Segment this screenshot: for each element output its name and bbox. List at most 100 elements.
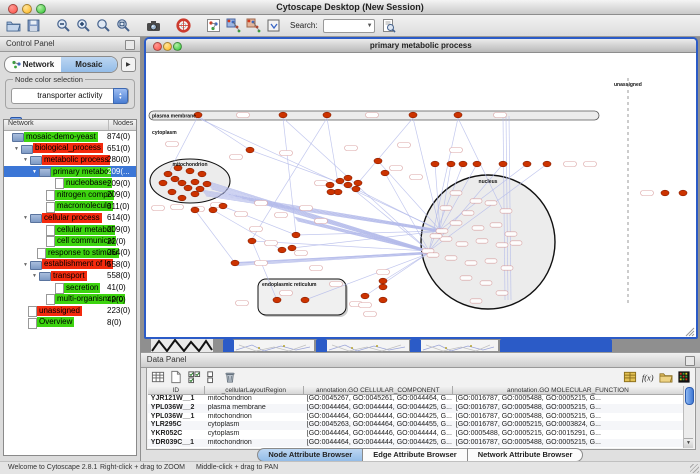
vizmapper-1-icon[interactable] bbox=[224, 17, 242, 34]
tree-row[interactable]: nucleobase-209(0) bbox=[4, 177, 136, 189]
scrollbar-thumb[interactable] bbox=[685, 387, 694, 405]
float-panel-icon[interactable] bbox=[125, 40, 135, 50]
graph-node-red[interactable] bbox=[159, 180, 167, 186]
dropdown-stepper-icon[interactable]: ▲▼ bbox=[113, 88, 128, 104]
select-attributes-icon[interactable] bbox=[187, 370, 202, 384]
table-row[interactable]: YPL036W__2plasma membrane[GO:0044464, GO… bbox=[148, 404, 684, 413]
graph-node-red[interactable] bbox=[409, 112, 417, 118]
graph-node-label[interactable] bbox=[294, 251, 307, 256]
resize-grip[interactable] bbox=[690, 464, 699, 473]
network-close-button[interactable] bbox=[153, 42, 162, 51]
graph-node-label[interactable] bbox=[254, 261, 267, 266]
graph-node-label[interactable] bbox=[170, 205, 183, 210]
tab-overflow-button[interactable]: ▶ bbox=[121, 57, 136, 72]
expand-arrow-icon[interactable]: ▼ bbox=[32, 273, 37, 279]
graph-node-label[interactable] bbox=[254, 201, 267, 206]
network-view-window[interactable]: primary metabolic process plasma membran… bbox=[144, 37, 698, 339]
graph-node-red[interactable] bbox=[209, 207, 217, 213]
node-color-dropdown[interactable]: transporter activity ▲▼ bbox=[11, 88, 129, 104]
graph-node-label[interactable] bbox=[165, 142, 178, 147]
graph-node-label[interactable] bbox=[409, 175, 422, 180]
graph-node-label[interactable] bbox=[470, 299, 482, 303]
graph-node-red[interactable] bbox=[184, 185, 192, 191]
graph-node-red[interactable] bbox=[196, 186, 204, 192]
graph-node-red[interactable] bbox=[186, 168, 194, 174]
graph-node-red[interactable] bbox=[473, 161, 481, 167]
graph-node-red[interactable] bbox=[354, 180, 362, 186]
table-scrollbar[interactable]: ▼ bbox=[683, 386, 694, 448]
search-input[interactable]: ▼ bbox=[323, 19, 375, 33]
graph-node-label[interactable] bbox=[363, 312, 376, 317]
tree-row[interactable]: ▼transport558(0) bbox=[4, 270, 136, 282]
zoom-fit-icon[interactable] bbox=[114, 17, 132, 34]
graph-node-label[interactable] bbox=[314, 181, 327, 186]
help-ring-icon[interactable] bbox=[174, 17, 192, 34]
graph-node-red[interactable] bbox=[198, 171, 206, 177]
graph-node-red[interactable] bbox=[327, 189, 335, 195]
graph-node-red[interactable] bbox=[381, 170, 389, 176]
graph-node-red[interactable] bbox=[361, 293, 369, 299]
graph-node-label[interactable] bbox=[485, 259, 497, 263]
graph-node-label[interactable] bbox=[314, 219, 327, 224]
graph-node-label[interactable] bbox=[505, 232, 517, 236]
vizmapper-2-icon[interactable] bbox=[244, 17, 262, 34]
graph-node-label[interactable] bbox=[563, 162, 576, 167]
table-row[interactable]: YPL036W__1mitochondrion[GO:0044464, GO:0… bbox=[148, 413, 684, 422]
graph-node-red[interactable] bbox=[344, 182, 352, 188]
graph-node-red[interactable] bbox=[431, 161, 439, 167]
graph-node-red[interactable] bbox=[379, 297, 387, 303]
window-grow-icon[interactable] bbox=[686, 328, 694, 336]
graph-node-red[interactable] bbox=[171, 176, 179, 182]
network-minimize-button[interactable] bbox=[163, 42, 172, 51]
graph-node-label[interactable] bbox=[436, 229, 448, 233]
graph-node-label[interactable] bbox=[229, 155, 242, 160]
graph-node-red[interactable] bbox=[374, 158, 382, 164]
graph-node-red[interactable] bbox=[178, 180, 186, 186]
graph-node-red[interactable] bbox=[344, 175, 352, 181]
graph-node-label[interactable] bbox=[365, 113, 378, 118]
zoom-in-icon[interactable] bbox=[74, 17, 92, 34]
graph-node-red[interactable] bbox=[523, 161, 531, 167]
graph-node-label[interactable] bbox=[449, 148, 462, 153]
close-button[interactable] bbox=[8, 4, 18, 14]
tree-row[interactable]: unassigned223(0) bbox=[4, 305, 136, 317]
maximize-button[interactable] bbox=[36, 4, 46, 14]
graph-node-red[interactable] bbox=[191, 191, 199, 197]
float-data-panel-icon[interactable] bbox=[685, 356, 695, 366]
graph-node-label[interactable] bbox=[274, 213, 287, 218]
graph-node-label[interactable] bbox=[480, 281, 492, 285]
graph-node-red[interactable] bbox=[178, 195, 186, 201]
graph-node-red[interactable] bbox=[248, 238, 256, 244]
tab-edge-attribute-browser[interactable]: Edge Attribute Browser bbox=[363, 448, 467, 462]
graph-node-red[interactable] bbox=[191, 179, 199, 185]
minimize-button[interactable] bbox=[22, 4, 32, 14]
network-maximize-button[interactable] bbox=[173, 42, 182, 51]
graph-node-red[interactable] bbox=[191, 207, 199, 213]
tree-row[interactable]: ▼cellular process614(0) bbox=[4, 212, 136, 224]
network-overview-icon[interactable] bbox=[204, 17, 222, 34]
tree-row[interactable]: cell communicat22(0) bbox=[4, 235, 136, 247]
graph-node-red[interactable] bbox=[292, 232, 300, 238]
background-window-fragment[interactable] bbox=[500, 339, 612, 352]
annotation-icon[interactable] bbox=[264, 17, 282, 34]
attr-batch-icon[interactable] bbox=[622, 370, 637, 384]
graph-node-label[interactable] bbox=[440, 206, 452, 210]
graph-node-red[interactable] bbox=[246, 147, 254, 153]
tab-network-attribute-browser[interactable]: Network Attribute Browser bbox=[468, 448, 584, 462]
tree-column-nodes[interactable]: Nodes bbox=[109, 120, 136, 130]
graph-node-red[interactable] bbox=[301, 297, 309, 303]
heatmap-icon[interactable] bbox=[676, 370, 691, 384]
graph-node-label[interactable] bbox=[510, 241, 522, 245]
tab-mosaic[interactable]: Mosaic bbox=[61, 57, 117, 72]
graph-node-red[interactable] bbox=[278, 247, 286, 253]
background-window-fragment[interactable] bbox=[421, 340, 498, 351]
graph-node-label[interactable] bbox=[496, 243, 508, 247]
graph-node-label[interactable] bbox=[151, 206, 164, 211]
graph-node-red[interactable] bbox=[279, 112, 287, 118]
unselect-attributes-icon[interactable] bbox=[205, 370, 220, 384]
graph-node-label[interactable] bbox=[490, 223, 502, 227]
graph-node-label[interactable] bbox=[583, 162, 596, 167]
graph-node-label[interactable] bbox=[430, 234, 442, 238]
background-window-fragment[interactable] bbox=[327, 340, 409, 351]
graph-node-label[interactable] bbox=[309, 266, 322, 271]
